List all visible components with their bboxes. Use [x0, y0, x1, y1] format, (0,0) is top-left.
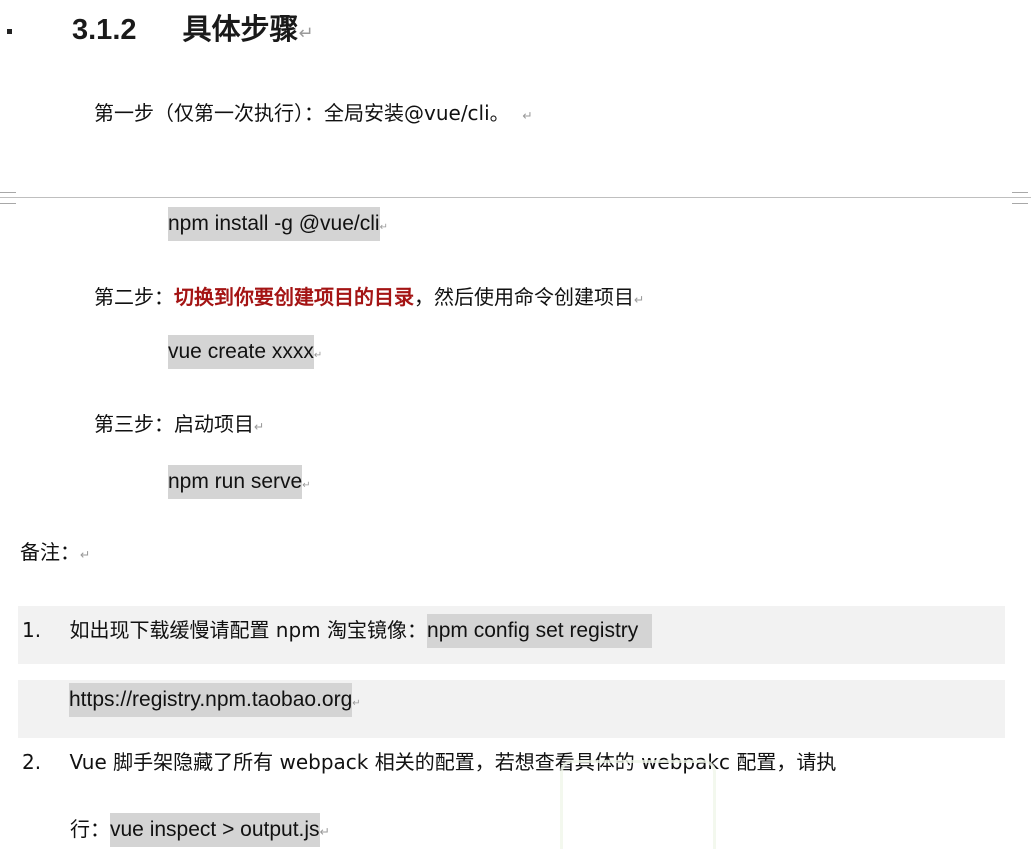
step-2-emphasis: 切换到你要创建项目的目录 [174, 285, 414, 309]
note-label-line: 备注：↵ [20, 538, 90, 569]
step-3-text: 第三步：启动项目↵ [94, 410, 264, 441]
right-margin-marker [1012, 192, 1028, 204]
step-1-command-line: npm install -g @vue/cli↵ [168, 207, 388, 241]
note-item-1-text: 如出现下载缓慢请配置 npm 淘宝镜像： [69, 618, 428, 642]
step-3-command-line: npm run serve↵ [168, 465, 311, 499]
paragraph-mark-icon: ↵ [313, 350, 323, 361]
note-item-1-command-line: https://registry.npm.taobao.org↵ [69, 683, 361, 717]
list-number: 2. [22, 750, 42, 774]
step-3-command: npm run serve [168, 465, 303, 499]
paragraph-mark-icon: ↵ [319, 824, 330, 839]
paragraph-mark-icon: ↵ [254, 419, 265, 434]
list-number: 1. [22, 618, 42, 642]
step-2-command-line: vue create xxxx↵ [168, 335, 323, 369]
paragraph-mark-icon: ↵ [298, 23, 314, 44]
watermark-logo [560, 760, 716, 849]
step-1-command: npm install -g @vue/cli [168, 207, 380, 241]
left-margin-marker [0, 192, 16, 204]
step-3-label: 第三步：启动项目 [94, 412, 254, 436]
page-break-line [0, 197, 1031, 198]
section-heading: 3.1.2 具体步骤↵ [72, 6, 314, 48]
paragraph-mark-icon: ↵ [352, 698, 361, 709]
paragraph-mark-icon: ↵ [379, 222, 388, 233]
note-item-1-command-cont: https://registry.npm.taobao.org [69, 683, 353, 717]
section-title: 具体步骤 [182, 12, 299, 46]
heading-bullet [7, 29, 12, 34]
note-item-2-command: vue inspect > output.js [110, 813, 320, 847]
step-2-suffix: ，然后使用命令创建项目 [414, 285, 634, 309]
note-label: 备注： [20, 540, 80, 564]
step-2-prefix: 第二步： [94, 285, 174, 309]
section-number: 3.1.2 [72, 14, 137, 46]
paragraph-mark-icon: ↵ [634, 292, 645, 307]
paragraph-mark-icon: ↵ [302, 480, 311, 491]
paragraph-mark-icon: ↵ [80, 547, 91, 562]
note-item-2-text: Vue 脚手架隐藏了所有 webpack 相关的配置，若想查看具体的 webpa… [69, 750, 837, 774]
note-item-1-command: npm config set registry [427, 614, 653, 648]
step-1-label: 第一步（仅第一次执行）：全局安装@vue/cli。 [94, 101, 510, 125]
note-item-2-cont: 行：vue inspect > output.js↵ [70, 813, 330, 847]
note-item-2-text-cont: 行： [70, 817, 110, 841]
note-item-1: 1. 如出现下载缓慢请配置 npm 淘宝镜像：npm config set re… [22, 614, 653, 648]
step-2-command: vue create xxxx [168, 335, 314, 369]
paragraph-mark-icon: ↵ [522, 108, 533, 123]
step-2-text: 第二步：切换到你要创建项目的目录，然后使用命令创建项目↵ [94, 283, 644, 314]
step-1-text: 第一步（仅第一次执行）：全局安装@vue/cli。 ↵ [94, 99, 533, 130]
